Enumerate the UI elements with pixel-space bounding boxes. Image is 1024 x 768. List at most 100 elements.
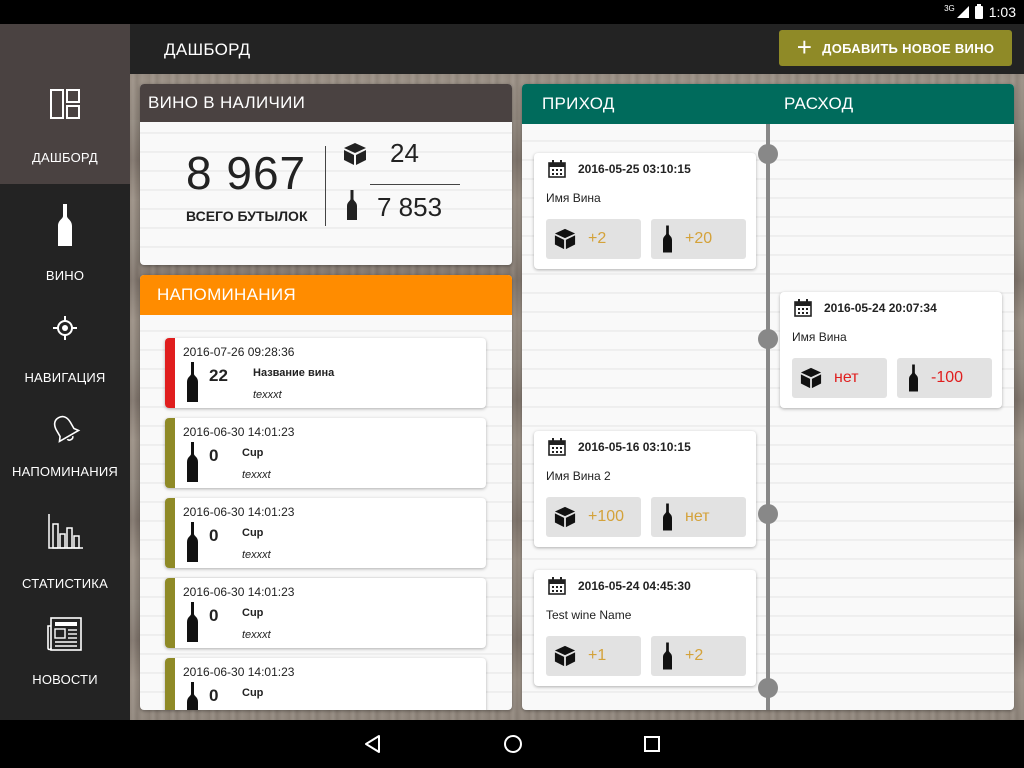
reminder-qty: 0 <box>209 446 219 465</box>
reminder-accent <box>165 658 175 710</box>
reminder-note: texxxt <box>242 549 271 561</box>
home-icon[interactable] <box>503 734 523 754</box>
back-icon[interactable] <box>363 734 383 754</box>
timeline-dot <box>758 678 778 698</box>
reminder-item[interactable]: 2016-06-30 14:01:23 0 Cup texxxt <box>165 498 486 568</box>
network-type: 3G <box>944 3 955 13</box>
total-bottles-label: ВСЕГО БУТЫЛОК <box>186 208 308 224</box>
sidebar-item-news[interactable]: НОВОСТИ <box>0 616 130 706</box>
dashboard-icon <box>50 89 80 119</box>
entry-bottles-chip: -100 <box>897 358 992 398</box>
add-wine-button-label: ДОБАВИТЬ НОВОЕ ВИНО <box>822 40 995 56</box>
timeline-entry-expense[interactable]: 2016-05-24 20:07:34 Имя Вина нет -100 <box>780 292 1002 408</box>
bottle-icon <box>663 503 672 531</box>
entry-boxes-chip: +100 <box>546 497 641 537</box>
reminder-wine-name: Название вина <box>253 367 335 379</box>
reminder-item[interactable]: 2016-06-30 14:01:23 0 Cup <box>165 658 486 710</box>
stock-divider <box>325 146 326 226</box>
bottle-icon <box>187 522 198 562</box>
reminder-note: texxxt <box>253 389 282 401</box>
timeline-line <box>766 124 770 710</box>
reminder-accent <box>165 338 175 408</box>
bar-chart-icon <box>48 514 83 549</box>
entry-wine-name: Имя Вина <box>792 330 847 344</box>
expense-label: РАСХОД <box>784 94 854 113</box>
entry-boxes-chip: +1 <box>546 636 641 676</box>
recents-icon[interactable] <box>643 735 661 753</box>
bottle-icon <box>187 682 198 710</box>
bottles-count: 7 853 <box>377 192 443 222</box>
top-bar: ДАШБОРД + ДОБАВИТЬ НОВОЕ ВИНО <box>130 24 1024 74</box>
page-title: ДАШБОРД <box>164 40 251 59</box>
sidebar-item-statistics[interactable]: СТАТИСТИКА <box>0 514 130 604</box>
sidebar-item-label: НАВИГАЦИЯ <box>24 370 106 385</box>
stock-fraction-line <box>370 184 460 185</box>
income-label: ПРИХОД <box>542 94 615 113</box>
battery-icon <box>974 3 983 19</box>
stock-card-header: ВИНО В НАЛИЧИИ <box>140 84 512 122</box>
entry-bottles-value: -100 <box>931 369 964 386</box>
reminder-wine-name: Cup <box>242 447 264 459</box>
entry-bottles-chip: +20 <box>651 219 746 259</box>
timeline-entry-income[interactable]: 2016-05-16 03:10:15 Имя Вина 2 +100 нет <box>534 431 756 547</box>
total-bottles-value: 8 967 <box>186 147 307 199</box>
timeline-dot <box>758 144 778 164</box>
reminder-accent <box>165 578 175 648</box>
reminder-qty: 0 <box>209 686 219 705</box>
box-icon <box>554 506 576 528</box>
sidebar-item-label: ВИНО <box>45 268 85 283</box>
entry-boxes-value: нет <box>834 369 859 386</box>
clock: 1:03 <box>988 4 1016 20</box>
timeline-entry-income[interactable]: 2016-05-24 04:45:30 Test wine Name +1 +2 <box>534 570 756 686</box>
reminder-date: 2016-06-30 14:01:23 <box>183 665 295 679</box>
reminder-date: 2016-07-26 09:28:36 <box>183 345 295 359</box>
entry-date: 2016-05-24 04:45:30 <box>578 579 691 593</box>
sidebar-item-reminders[interactable]: НАПОМИНАНИЯ <box>0 412 130 498</box>
sidebar-item-label: НОВОСТИ <box>32 672 98 687</box>
sidebar: ДАШБОРД ВИНО НАВИГАЦИЯ НАПОМИНАНИЯ СТАТИ… <box>0 24 130 720</box>
entry-wine-name: Test wine Name <box>546 608 632 622</box>
reminder-qty: 22 <box>209 366 228 385</box>
timeline-dot <box>758 504 778 524</box>
timeline-dot <box>758 329 778 349</box>
reminder-note: texxxt <box>242 629 271 641</box>
entry-boxes-value: +1 <box>588 647 607 664</box>
entry-boxes-value: +100 <box>588 508 625 525</box>
add-wine-button[interactable]: + ДОБАВИТЬ НОВОЕ ВИНО <box>779 30 1012 66</box>
reminders-card: НАПОМИНАНИЯ 2016-07-26 09:28:36 22 Назва… <box>140 275 512 710</box>
sidebar-item-label: НАПОМИНАНИЯ <box>12 464 118 479</box>
sidebar-item-label: ДАШБОРД <box>32 150 98 165</box>
plus-icon: + <box>796 31 813 62</box>
entry-date: 2016-05-24 20:07:34 <box>824 301 937 315</box>
reminder-qty: 0 <box>209 526 219 545</box>
reminder-wine-name: Cup <box>242 687 264 699</box>
reminder-date: 2016-06-30 14:01:23 <box>183 425 295 439</box>
bottle-icon <box>909 364 918 392</box>
sidebar-item-wine[interactable]: ВИНО <box>0 204 130 294</box>
sidebar-item-navigation[interactable]: НАВИГАЦИЯ <box>0 316 130 396</box>
reminder-item[interactable]: 2016-07-26 09:28:36 22 Название вина tex… <box>165 338 486 408</box>
timeline-entry-income[interactable]: 2016-05-25 03:10:15 Имя Вина +2 +20 <box>534 153 756 269</box>
calendar-icon <box>548 438 566 456</box>
crosshair-icon <box>53 316 77 340</box>
status-bar: 3G 1:03 <box>0 0 1024 24</box>
reminder-accent <box>165 498 175 568</box>
entry-boxes-chip: +2 <box>546 219 641 259</box>
reminder-wine-name: Cup <box>242 527 264 539</box>
timeline-header: ПРИХОД РАСХОД <box>522 84 1014 124</box>
reminder-note: texxxt <box>242 469 271 481</box>
sidebar-item-dashboard[interactable]: ДАШБОРД <box>0 24 130 184</box>
box-icon <box>800 367 822 389</box>
stock-card: ВИНО В НАЛИЧИИ 8 967 ВСЕГО БУТЫЛОК 24 7 … <box>140 84 512 265</box>
bottle-icon <box>663 225 672 253</box>
reminder-accent <box>165 418 175 488</box>
entry-boxes-value: +2 <box>588 230 607 247</box>
reminder-item[interactable]: 2016-06-30 14:01:23 0 Cup texxxt <box>165 578 486 648</box>
entry-bottles-value: нет <box>685 508 710 525</box>
entry-bottles-value: +20 <box>685 230 713 247</box>
reminder-item[interactable]: 2016-06-30 14:01:23 0 Cup texxxt <box>165 418 486 488</box>
bottle-icon <box>347 190 357 220</box>
entry-bottles-value: +2 <box>685 647 704 664</box>
boxes-count: 24 <box>390 138 419 168</box>
bell-icon <box>53 415 81 443</box>
